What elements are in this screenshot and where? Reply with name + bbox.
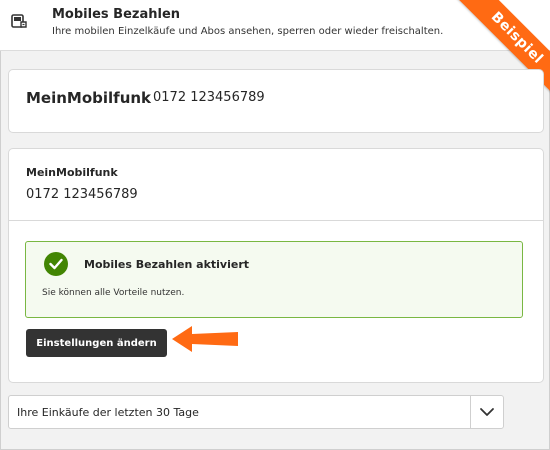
status-title: Mobiles Bezahlen aktiviert (84, 258, 249, 271)
detail-account-number: 0172 123456789 (26, 187, 138, 202)
account-card: MeinMobilfunk 0172 123456789 (8, 69, 544, 133)
payment-device-icon (11, 14, 27, 28)
purchases-dropdown[interactable]: Ihre Einkäufe der letzten 30 Tage (8, 395, 504, 429)
payment-detail-card: MeinMobilfunk 0172 123456789 Mobiles Bez… (8, 148, 544, 383)
status-message: Mobiles Bezahlen aktiviert Sie können al… (25, 241, 523, 318)
dropdown-separator (470, 396, 471, 428)
status-description: Sie können alle Vorteile nutzen. (42, 288, 185, 298)
change-settings-button[interactable]: Einstellungen ändern (26, 329, 167, 357)
detail-account-name: MeinMobilfunk (26, 166, 118, 179)
card-divider (9, 220, 543, 221)
page-subtitle: Ihre mobilen Einzelkäufe und Abos ansehe… (52, 26, 444, 37)
checkmark-icon (44, 252, 68, 276)
purchases-dropdown-label: Ihre Einkäufe der letzten 30 Tage (17, 406, 199, 419)
account-name: MeinMobilfunk (26, 89, 152, 107)
chevron-down-icon[interactable] (479, 404, 495, 420)
page-title: Mobiles Bezahlen (52, 7, 181, 22)
account-number: 0172 123456789 (153, 90, 265, 105)
arrow-left-icon (172, 326, 238, 352)
